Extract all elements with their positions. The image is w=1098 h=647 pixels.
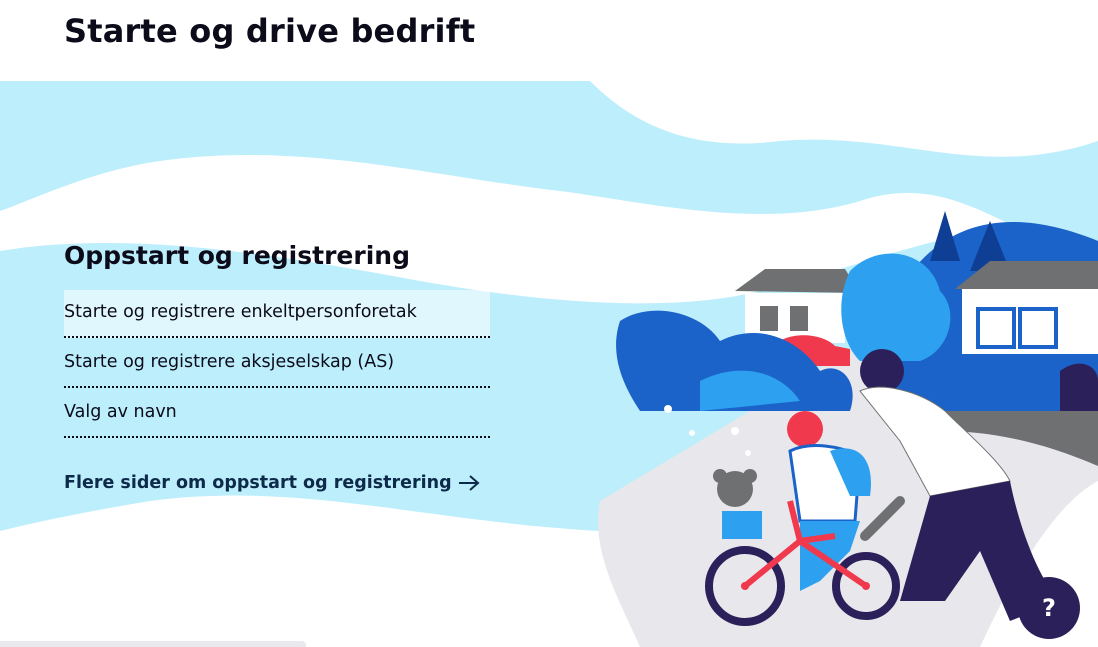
link-aksjeselskap[interactable]: Starte og registrere aksjeselskap (AS) xyxy=(64,340,490,388)
bottom-scroll-region xyxy=(0,641,306,647)
help-button[interactable]: ? xyxy=(1018,577,1080,639)
more-pages-label: Flere sider om oppstart og registrering xyxy=(64,473,452,493)
section-title: Oppstart og registrering xyxy=(64,241,410,270)
page-title: Starte og drive bedrift xyxy=(64,12,476,50)
question-icon: ? xyxy=(1042,594,1056,622)
link-list: Starte og registrere enkeltpersonforetak… xyxy=(64,290,490,438)
link-valg-av-navn[interactable]: Valg av navn xyxy=(64,390,490,438)
more-pages-link[interactable]: Flere sider om oppstart og registrering xyxy=(64,473,480,493)
oppstart-section: Oppstart og registrering Starte og regis… xyxy=(64,241,490,493)
link-enkeltpersonforetak[interactable]: Starte og registrere enkeltpersonforetak xyxy=(64,290,490,338)
arrow-right-icon xyxy=(458,475,480,491)
hero-banner: Oppstart og registrering Starte og regis… xyxy=(0,81,1098,647)
